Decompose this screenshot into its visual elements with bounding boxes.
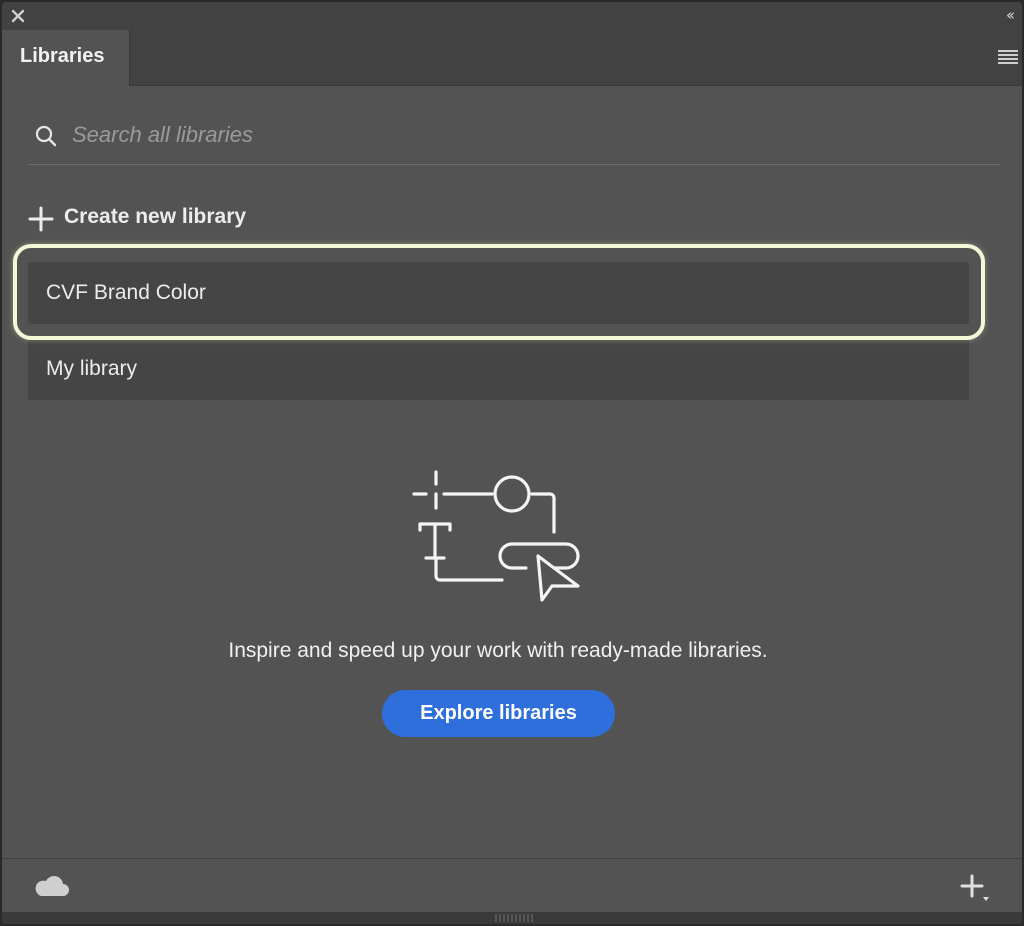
- search-icon: [35, 125, 57, 147]
- panel-menu-button[interactable]: [998, 50, 1018, 64]
- library-name: CVF Brand Color: [46, 281, 206, 304]
- hamburger-menu-icon: [998, 50, 1018, 52]
- cloud-icon[interactable]: [34, 875, 70, 897]
- tab-label: Libraries: [20, 45, 105, 67]
- close-icon: [11, 9, 25, 23]
- panel-footer: [2, 858, 1022, 913]
- explore-libraries-button[interactable]: Explore libraries: [382, 690, 615, 737]
- search-bar: [28, 106, 1001, 165]
- close-button[interactable]: [10, 8, 26, 24]
- library-item-my-library[interactable]: My library: [28, 338, 969, 400]
- resize-handle[interactable]: [2, 912, 1022, 924]
- library-assets-illustration: [412, 470, 580, 602]
- grip-icon: [495, 914, 533, 922]
- plus-icon: [28, 206, 54, 232]
- panel-title-bar: ‹‹: [2, 2, 1022, 31]
- libraries-panel: ‹‹ Libraries Create new library CVF Bran…: [0, 0, 1024, 926]
- tab-libraries[interactable]: Libraries: [2, 30, 130, 86]
- library-name: My library: [46, 357, 138, 380]
- search-input[interactable]: [70, 116, 974, 154]
- tab-strip: Libraries: [2, 30, 1022, 86]
- promo-text: Inspire and speed up your work with read…: [228, 639, 768, 662]
- add-dropdown-icon[interactable]: [960, 873, 990, 903]
- collapse-panel-button[interactable]: ‹‹: [1006, 6, 1015, 24]
- create-new-library-label: Create new library: [64, 205, 247, 228]
- library-item-cvf-brand-color[interactable]: CVF Brand Color: [28, 262, 969, 324]
